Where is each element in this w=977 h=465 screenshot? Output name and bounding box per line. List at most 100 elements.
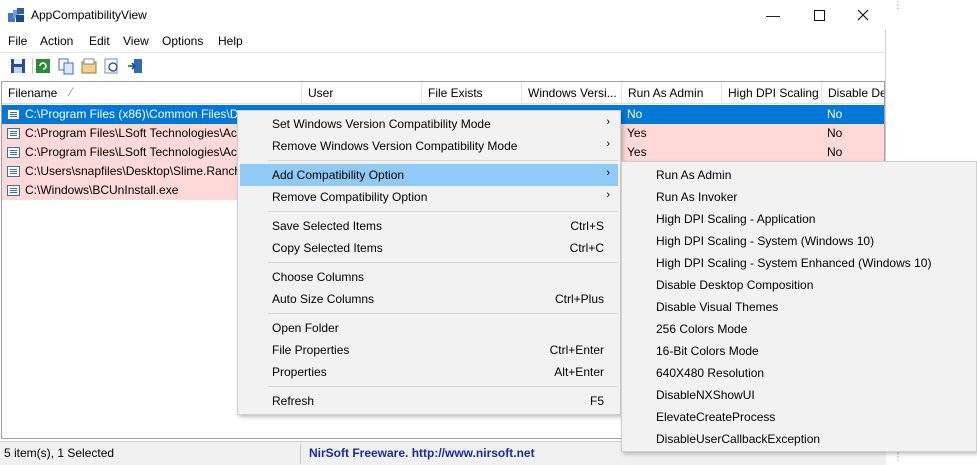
maximize-icon	[813, 9, 825, 21]
submenu-item-label: DisableNXShowUI	[656, 388, 755, 402]
submenu-item-16-bit-colors-mode[interactable]: 16-Bit Colors Mode	[624, 340, 974, 362]
context-item-save-selected-items[interactable]: Save Selected Items Ctrl+S	[240, 215, 618, 237]
copy-icon[interactable]	[57, 57, 75, 75]
column-filename[interactable]: Filename ⁄	[2, 82, 302, 104]
context-item-label: Set Windows Version Compatibility Mode	[272, 117, 491, 131]
context-item-label: Choose Columns	[272, 270, 365, 284]
properties-icon[interactable]	[80, 57, 98, 75]
close-button[interactable]	[840, 0, 886, 30]
chevron-right-icon: ›	[606, 167, 610, 179]
status-divider	[300, 444, 301, 464]
submenu-item-disableusercallbackexception[interactable]: DisableUserCallbackException	[624, 428, 974, 450]
column-disable-desktop[interactable]: Disable Des	[822, 82, 884, 104]
context-item-properties[interactable]: Properties Alt+Enter	[240, 361, 618, 383]
context-item-add-compatibility-option[interactable]: Add Compatibility Option ›	[240, 164, 618, 186]
submenu-item-label: DisableUserCallbackException	[656, 432, 821, 446]
edge-grip-top: ⋮	[893, 0, 903, 11]
context-item-set-windows-version-compatibility-mode[interactable]: Set Windows Version Compatibility Mode ›	[240, 113, 618, 135]
maximize-button[interactable]	[796, 0, 842, 30]
context-item-label: Copy Selected Items	[272, 241, 383, 255]
submenu-item-640x480-resolution[interactable]: 640X480 Resolution	[624, 362, 974, 384]
minimize-icon: —	[766, 7, 780, 23]
menu-separator	[268, 262, 618, 263]
context-item-copy-selected-items[interactable]: Copy Selected Items Ctrl+C	[240, 237, 618, 259]
context-item-label: Remove Windows Version Compatibility Mod…	[272, 139, 518, 153]
cell-run-as-admin: Yes	[627, 145, 647, 159]
menu-edit[interactable]: Edit	[89, 34, 110, 48]
menu-options[interactable]: Options	[162, 34, 203, 48]
submenu-item-label: 16-Bit Colors Mode	[656, 344, 759, 358]
cell-disable-desktop: No	[827, 107, 843, 121]
context-item-auto-size-columns[interactable]: Auto Size Columns Ctrl+Plus	[240, 288, 618, 310]
context-item-label: Refresh	[272, 394, 315, 408]
submenu-item-disablenxshowui[interactable]: DisableNXShowUI	[624, 384, 974, 406]
submenu-item-label: High DPI Scaling - System Enhanced (Wind…	[656, 256, 932, 270]
context-item-label: Open Folder	[272, 321, 339, 335]
context-menu: Set Windows Version Compatibility Mode › R…	[237, 110, 621, 415]
menu-separator	[268, 160, 618, 161]
submenu-item-run-as-admin[interactable]: Run As Admin	[624, 164, 974, 186]
submenu-item-high-dpi-scaling-system-windows-10[interactable]: High DPI Scaling - System (Windows 10)	[624, 230, 974, 252]
menu-bar: File Action Edit View Options Help	[0, 31, 886, 51]
context-item-refresh[interactable]: Refresh F5	[240, 390, 618, 412]
title-bar: AppCompatibilityView —	[0, 0, 886, 30]
submenu-item-label: Disable Desktop Composition	[656, 278, 814, 292]
sort-arrow-icon: ⁄	[70, 85, 73, 99]
submenu-item-high-dpi-scaling-application[interactable]: High DPI Scaling - Application	[624, 208, 974, 230]
context-item-shortcut: Alt+Enter	[554, 365, 604, 379]
menu-action[interactable]: Action	[40, 34, 73, 48]
column-run-as-admin[interactable]: Run As Admin	[622, 82, 722, 104]
submenu-item-label: Disable Visual Themes	[656, 300, 779, 314]
submenu-item-high-dpi-scaling-system-enhanced-windows-10[interactable]: High DPI Scaling - System Enhanced (Wind…	[624, 252, 974, 274]
cell-disable-desktop: No	[827, 126, 843, 140]
toolbar-separator	[32, 58, 33, 74]
submenu-item-disable-desktop-composition[interactable]: Disable Desktop Composition	[624, 274, 974, 296]
menu-help[interactable]: Help	[218, 34, 243, 48]
save-icon[interactable]	[9, 57, 27, 75]
column-file-exists[interactable]: File Exists	[422, 82, 522, 104]
context-item-shortcut: Ctrl+Enter	[549, 343, 604, 357]
submenu-item-label: High DPI Scaling - System (Windows 10)	[656, 234, 875, 248]
cell-run-as-admin: No	[627, 107, 643, 121]
exit-icon[interactable]	[126, 57, 144, 75]
context-item-shortcut: F5	[589, 394, 604, 408]
compatibility-option-submenu: Run As Admin Run As Invoker High DPI Scali…	[621, 161, 977, 452]
context-item-file-properties[interactable]: File Properties Ctrl+Enter	[240, 339, 618, 361]
file-icon	[7, 147, 20, 158]
submenu-item-256-colors-mode[interactable]: 256 Colors Mode	[624, 318, 974, 340]
file-icon	[7, 109, 20, 120]
close-icon	[857, 9, 869, 21]
column-user[interactable]: User	[302, 82, 422, 104]
context-item-label: Properties	[272, 365, 327, 379]
file-icon	[7, 128, 20, 139]
context-item-shortcut: Ctrl+Plus	[554, 292, 604, 306]
menu-file[interactable]: File	[8, 34, 27, 48]
context-item-choose-columns[interactable]: Choose Columns	[240, 266, 618, 288]
column-high-dpi-scaling[interactable]: High DPI Scaling	[722, 82, 822, 104]
context-item-label: Remove Compatibility Option	[272, 190, 428, 204]
submenu-item-label: 640X480 Resolution	[656, 366, 765, 380]
menu-separator	[268, 313, 618, 314]
context-item-open-folder[interactable]: Open Folder	[240, 317, 618, 339]
refresh-icon[interactable]	[34, 57, 52, 75]
submenu-item-label: Run As Invoker	[656, 190, 738, 204]
submenu-item-run-as-invoker[interactable]: Run As Invoker	[624, 186, 974, 208]
chevron-right-icon: ›	[606, 189, 610, 201]
context-item-shortcut: Ctrl+S	[570, 219, 604, 233]
file-icon	[7, 166, 20, 177]
cell-disable-desktop: No	[827, 145, 843, 159]
context-item-remove-windows-version-compatibility-mode[interactable]: Remove Windows Version Compatibility Mod…	[240, 135, 618, 157]
context-item-remove-compatibility-option[interactable]: Remove Compatibility Option ›	[240, 186, 618, 208]
window-title: AppCompatibilityView	[31, 8, 147, 22]
column-windows-version[interactable]: Windows Versi...	[522, 82, 622, 104]
find-icon[interactable]	[103, 57, 121, 75]
context-item-label: Save Selected Items	[272, 219, 383, 233]
minimize-button[interactable]: —	[750, 0, 796, 30]
menu-view[interactable]: View	[123, 34, 149, 48]
submenu-item-disable-visual-themes[interactable]: Disable Visual Themes	[624, 296, 974, 318]
submenu-item-elevatecreateprocess[interactable]: ElevateCreateProcess	[624, 406, 974, 428]
cell-run-as-admin: Yes	[627, 126, 647, 140]
submenu-item-label: High DPI Scaling - Application	[656, 212, 816, 226]
status-nirsoft-link[interactable]: NirSoft Freeware. http://www.nirsoft.net	[309, 446, 535, 460]
submenu-item-label: ElevateCreateProcess	[656, 410, 776, 424]
